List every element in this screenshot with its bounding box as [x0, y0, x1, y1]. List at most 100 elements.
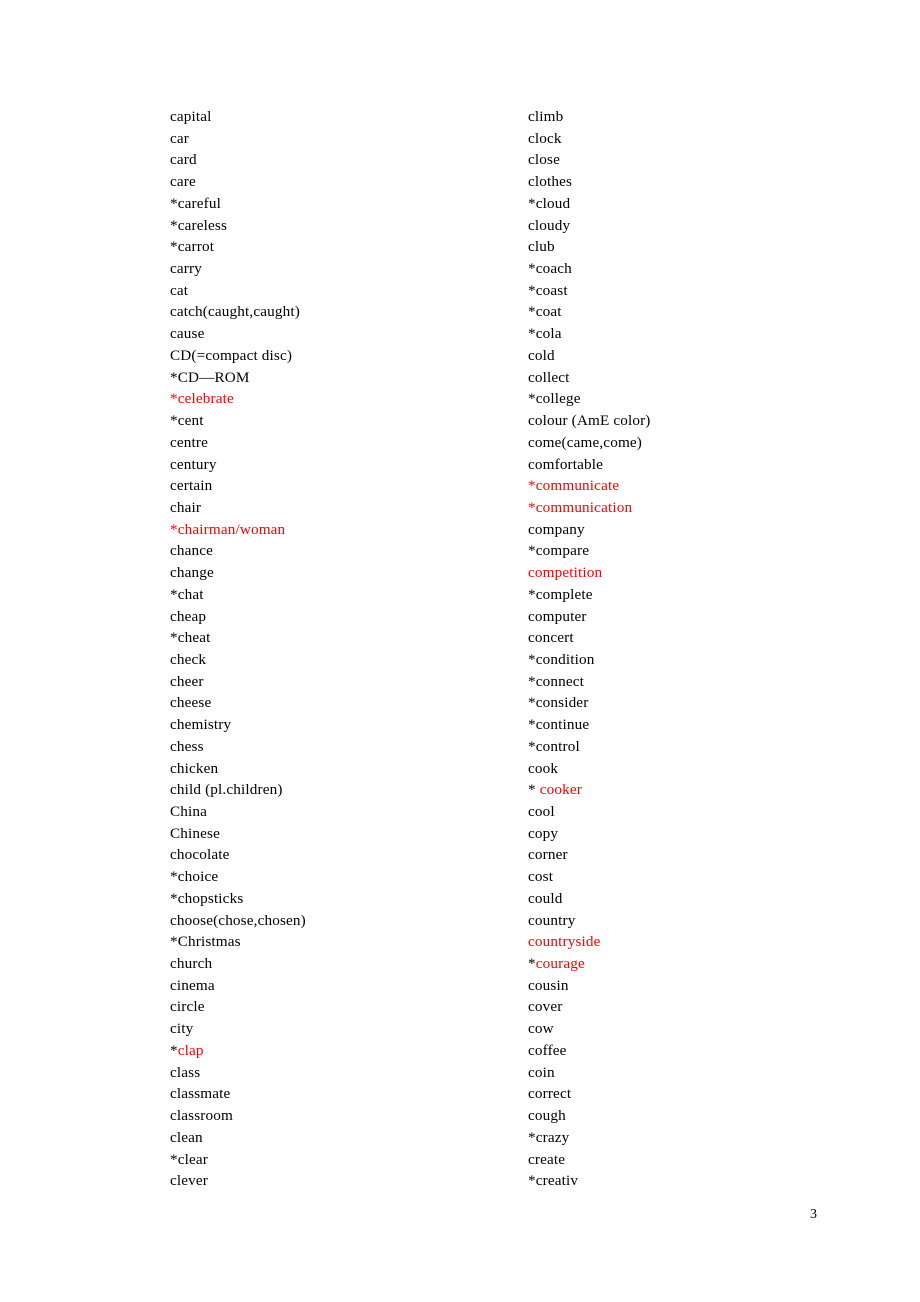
word-entry: collect — [528, 368, 570, 386]
word-entry: *creativ — [528, 1172, 579, 1190]
word-entry: classroom — [170, 1107, 233, 1125]
word-entry: chicken — [170, 759, 219, 777]
word-entry: century — [170, 455, 217, 473]
word-entry: *cent — [170, 412, 204, 430]
word-entry: *choice — [170, 868, 219, 886]
word-entry: cinema — [170, 976, 215, 994]
word-entry: *celebrate — [170, 390, 234, 408]
word-entry: card — [170, 151, 197, 169]
word-entry: Chinese — [170, 824, 220, 842]
word-text: courage — [535, 955, 585, 973]
word-entry: competition — [528, 564, 603, 582]
word-entry: *clap — [170, 1040, 510, 1062]
word-entry: *cloud — [528, 194, 571, 212]
asterisk-marker: * — [170, 1041, 178, 1059]
word-list-column-right: climb clock close clothes *cloud cloudy club *c… — [528, 106, 868, 1192]
word-entry: close — [528, 151, 560, 169]
word-entry: cough — [528, 1107, 566, 1125]
word-entry: class — [170, 1063, 201, 1081]
word-entry: copy — [528, 824, 559, 842]
word-entry: cat — [170, 281, 189, 299]
word-entry: cheap — [170, 607, 207, 625]
word-entry: come(came,come) — [528, 433, 643, 451]
word-entry: cow — [528, 1020, 554, 1038]
word-text: clap — [177, 1041, 204, 1059]
word-entry: could — [528, 889, 563, 907]
word-entry: cause — [170, 325, 205, 343]
word-entry: comfortable — [528, 455, 604, 473]
word-entry: create — [528, 1150, 566, 1168]
word-entry: correct — [528, 1085, 572, 1103]
word-entry: chess — [170, 737, 204, 755]
word-entry: cost — [528, 868, 554, 886]
word-entry: climb — [528, 108, 564, 125]
word-entry: care — [170, 173, 196, 191]
word-entry: choose(chose,chosen) — [170, 911, 306, 929]
asterisk-marker: * — [528, 955, 536, 973]
word-entry: *carrot — [170, 238, 215, 256]
word-entry: *chairman/woman — [170, 520, 286, 538]
word-entry: *chopsticks — [170, 889, 244, 907]
word-entry: *coach — [528, 260, 572, 278]
word-entry: cheer — [170, 672, 204, 690]
word-entry: *communicate — [528, 477, 620, 495]
word-entry: circle — [170, 998, 205, 1016]
word-entry: city — [170, 1020, 194, 1038]
word-entry: clock — [528, 129, 562, 147]
word-entry: *complete — [528, 585, 593, 603]
word-entry: coffee — [528, 1041, 567, 1059]
word-entry: *connect — [528, 672, 585, 690]
document-page: capital car card care *careful *careless *carr… — [0, 0, 920, 1302]
word-entry: certain — [170, 477, 213, 495]
word-entry: company — [528, 520, 585, 538]
asterisk-marker: * — [528, 781, 540, 799]
word-entry: clever — [170, 1172, 209, 1190]
word-entry: child (pl.children) — [170, 781, 283, 799]
word-entry: *college — [528, 390, 581, 408]
word-entry: *cola — [528, 325, 562, 343]
word-entry: catch(caught,caught) — [170, 303, 300, 321]
word-entry: computer — [528, 607, 587, 625]
word-entry: cool — [528, 803, 555, 820]
word-entry: club — [528, 238, 555, 256]
word-entry: cloudy — [528, 216, 571, 234]
word-entry: *continue — [528, 716, 590, 734]
word-entry: *control — [528, 737, 580, 755]
word-entry: *clear — [170, 1150, 209, 1168]
word-entry: cousin — [528, 976, 569, 994]
word-entry: chemistry — [170, 716, 232, 734]
word-entry: church — [170, 955, 213, 973]
word-entry: cover — [528, 998, 563, 1016]
word-list-column-left: capital car card care *careful *careless *carr… — [170, 106, 510, 1192]
word-entry: *careless — [170, 216, 228, 234]
word-text: cooker — [539, 781, 582, 799]
word-entry: cheese — [170, 694, 212, 712]
word-entry: *Christmas — [170, 933, 241, 951]
word-entry: chance — [170, 542, 214, 560]
word-entry: clothes — [528, 173, 573, 191]
word-entry: change — [170, 564, 214, 582]
word-entry: centre — [170, 433, 209, 451]
word-entry: classmate — [170, 1085, 231, 1103]
word-entry: carry — [170, 260, 202, 278]
word-entry: capital — [170, 108, 212, 125]
word-entry: *condition — [528, 650, 595, 668]
word-entry: cold — [528, 346, 555, 364]
word-entry: car — [170, 129, 189, 147]
word-entry: coin — [528, 1063, 555, 1081]
word-entry: *crazy — [528, 1128, 570, 1146]
word-entry: concert — [528, 629, 574, 647]
word-entry: *chat — [170, 585, 204, 603]
word-entry: *cheat — [170, 629, 211, 647]
word-entry: cook — [528, 759, 559, 777]
word-entry: CD(=compact disc) — [170, 346, 293, 364]
word-entry: check — [170, 650, 207, 668]
word-entry: *coast — [528, 281, 568, 299]
word-entry: *consider — [528, 694, 589, 712]
page-number: 3 — [810, 1207, 817, 1222]
word-entry: corner — [528, 846, 568, 864]
word-entry: *careful — [170, 194, 221, 212]
word-entry: *coat — [528, 303, 562, 321]
word-entry: *courage — [528, 953, 868, 975]
word-entry: colour (AmE color) — [528, 412, 651, 430]
